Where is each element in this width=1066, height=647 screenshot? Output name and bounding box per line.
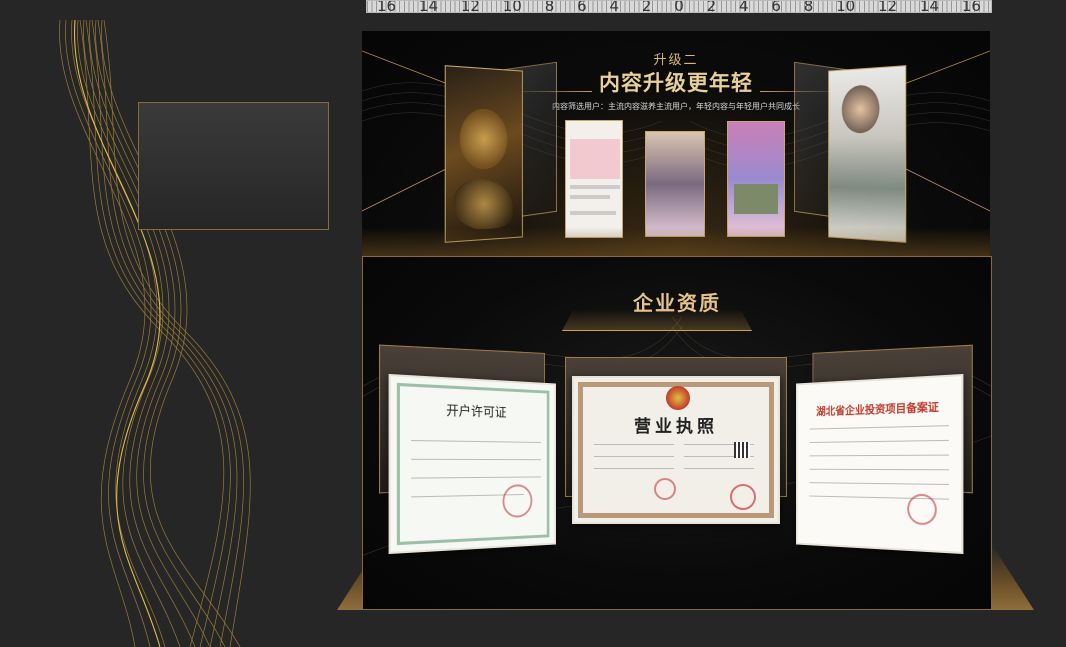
investment-filing-certificate: 湖北省企业投资项目备案证 [795, 373, 964, 555]
ruler-bar: 16 14 12 10 8 6 4 2 0 2 4 6 8 10 12 14 1… [366, 0, 992, 13]
stage-floor-glow [362, 227, 990, 257]
phone-screen-1 [444, 65, 523, 243]
ruler-number: 12 [460, 0, 480, 13]
ruler-number: 8 [803, 0, 814, 13]
ruler-number: 6 [771, 0, 781, 13]
phone-screen-4 [727, 121, 785, 237]
phone-screen-2 [565, 120, 623, 238]
ruler-number: 2 [706, 0, 717, 13]
qualification-title: 企业资质 [633, 291, 721, 315]
business-license-title: 营业执照 [634, 417, 718, 437]
ruler-number: 16 [377, 0, 397, 13]
ruler-number: 4 [609, 0, 619, 13]
page-canvas: 16 14 12 10 8 6 4 2 0 2 4 6 8 10 12 14 1… [0, 0, 1066, 647]
ruler-number: 16 [961, 0, 981, 13]
investment-filing-title: 湖北省企业投资项目备案证 [816, 400, 939, 418]
content-upgrade-panel: 升级二 内容升级更年轻 内容筛选用户：主流内容滋养主流用户，年轻内容与年轻用户共… [362, 31, 990, 257]
account-opening-permit: 开户许可证 [388, 373, 557, 555]
business-license: 营业执照 [572, 376, 780, 524]
phone-screen-3 [645, 131, 705, 237]
ruler-number: 6 [577, 0, 587, 13]
ruler-number: 14 [418, 0, 439, 13]
ruler-number: 12 [877, 0, 898, 13]
framed-placeholder-box [138, 102, 329, 230]
ruler-number: 10 [502, 0, 522, 13]
ruler-number: 0 [674, 0, 684, 13]
ruler-number: 2 [641, 0, 652, 13]
ruler-number: 4 [738, 0, 749, 13]
ruler-number: 10 [836, 0, 856, 13]
qualification-panel: 企业资质 开户许可证 营业执照 湖北省企业投资项目备案证 [362, 256, 992, 610]
ruler-number: 8 [544, 0, 555, 13]
gold-wave-decoration [59, 19, 251, 647]
phone-screen-5 [828, 65, 907, 243]
ruler-number: 14 [919, 0, 939, 13]
